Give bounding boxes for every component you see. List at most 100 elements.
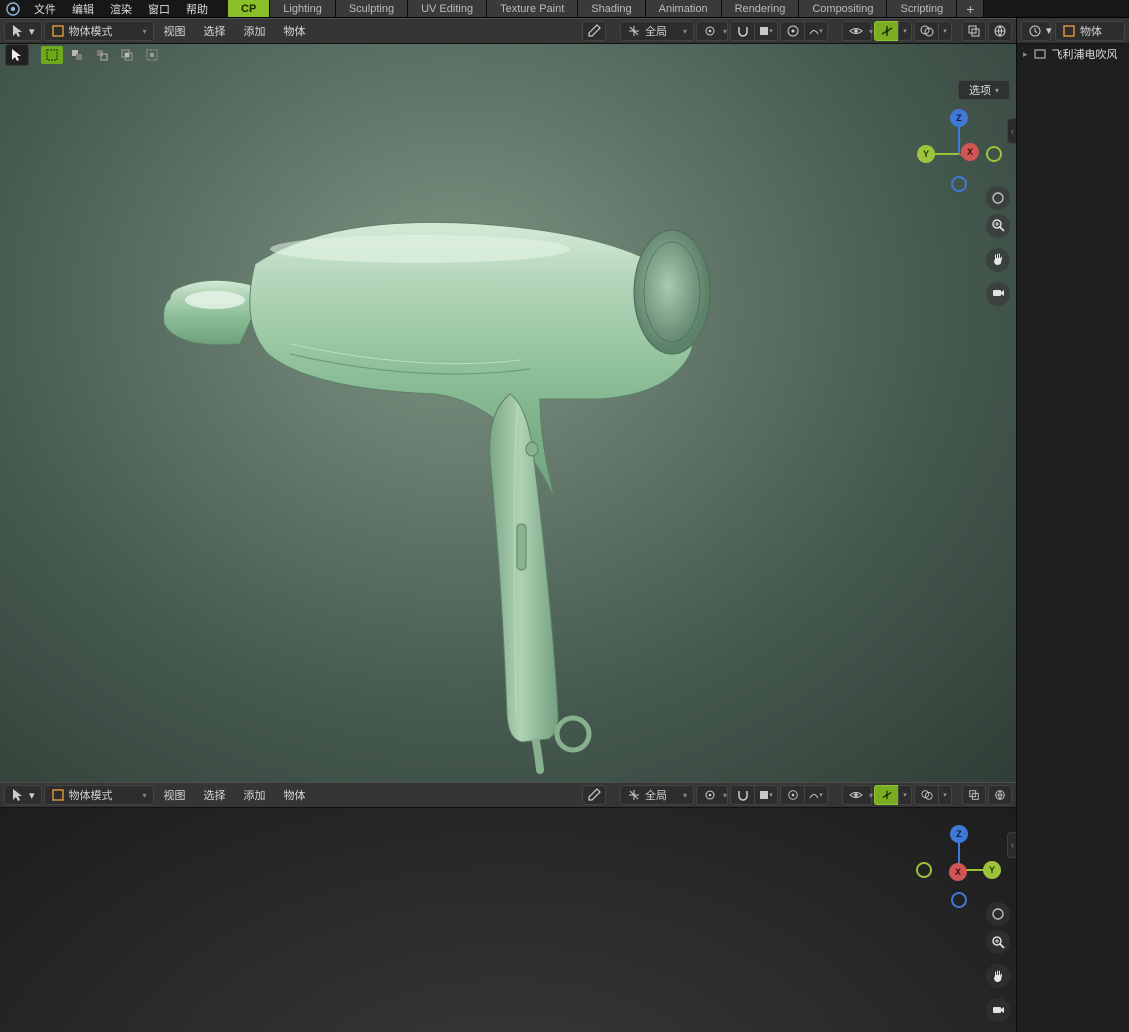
overlay-menu[interactable]: ▾ <box>938 785 952 805</box>
prop-edit-falloff[interactable]: ▾ <box>804 21 828 41</box>
cursor-icon <box>11 24 25 38</box>
menu-edit[interactable]: 编辑 <box>64 0 102 17</box>
eye-icon <box>849 24 863 38</box>
nav-orbit[interactable] <box>986 902 1010 926</box>
menu-view[interactable]: 视图 <box>156 19 194 43</box>
prop-edit-toggle[interactable] <box>780 21 804 41</box>
select-extend[interactable] <box>66 46 88 64</box>
tab-lighting[interactable]: Lighting <box>270 0 336 17</box>
axis-gizmo[interactable]: Z Y X <box>914 822 1004 912</box>
object-icon <box>51 24 65 38</box>
menu-window[interactable]: 窗口 <box>140 0 178 17</box>
editor-type-menu[interactable]: ▾ <box>4 21 42 41</box>
object-icon <box>51 788 65 802</box>
axis-z: Z <box>956 113 962 123</box>
snap-toggle[interactable] <box>730 785 754 805</box>
nav-pan[interactable] <box>986 964 1010 988</box>
snap-type[interactable]: ▾ <box>754 21 778 41</box>
orientation-icon <box>627 24 641 38</box>
right-mode-selector[interactable]: 物体 <box>1055 21 1125 41</box>
outliner-item[interactable]: ▸ 飞利浦电吹风 <box>1017 44 1129 64</box>
viewport-canvas[interactable]: 选项 ▾ ‹ Z Y X <box>0 44 1016 782</box>
nav-camera[interactable] <box>986 282 1010 306</box>
tab-uv-editing[interactable]: UV Editing <box>408 0 487 17</box>
menu-select[interactable]: 选择 <box>196 783 234 807</box>
gizmo-menu[interactable]: ▾ <box>898 785 912 805</box>
clock-icon <box>1028 24 1042 38</box>
orientation-label: 全局 <box>645 23 667 39</box>
outliner-body[interactable] <box>1017 64 1129 1032</box>
visibility-menu[interactable]: ▾ <box>842 785 872 805</box>
overlay-toggle[interactable] <box>914 785 938 805</box>
select-intersect[interactable] <box>116 46 138 64</box>
tab-animation[interactable]: Animation <box>646 0 722 17</box>
xray-toggle[interactable] <box>962 785 986 805</box>
tab-compositing[interactable]: Compositing <box>799 0 887 17</box>
visibility-menu[interactable]: ▾ <box>842 21 872 41</box>
select-invert[interactable] <box>141 46 163 64</box>
n-panel-toggle[interactable]: ‹ <box>1007 832 1016 858</box>
tab-rendering[interactable]: Rendering <box>722 0 800 17</box>
right-editor-type[interactable]: ▾ <box>1021 21 1051 41</box>
n-panel-toggle[interactable]: ‹ <box>1007 118 1016 144</box>
overlay-toggle[interactable] <box>914 21 938 41</box>
nav-pan[interactable] <box>986 248 1010 272</box>
blender-logo[interactable] <box>0 0 26 17</box>
nav-orbit[interactable] <box>986 186 1010 210</box>
tab-scripting[interactable]: Scripting <box>887 0 957 17</box>
overlay-menu[interactable]: ▾ <box>938 21 952 41</box>
select-mode-row <box>0 44 168 66</box>
mode-selector[interactable]: 物体模式 ▾ <box>44 21 154 41</box>
axis-gizmo[interactable]: Z Y X <box>914 106 1004 196</box>
snap-toggle[interactable] <box>730 21 754 41</box>
transform-orientation[interactable]: 全局 ▾ <box>620 21 694 41</box>
nav-zoom[interactable] <box>986 214 1010 238</box>
menu-add[interactable]: 添加 <box>236 783 274 807</box>
tab-shading[interactable]: Shading <box>578 0 645 17</box>
right-mode-label: 物体 <box>1080 23 1102 39</box>
main-menu: 文件 编辑 渲染 窗口 帮助 <box>26 0 216 17</box>
viewport-options[interactable]: 选项 ▾ <box>958 80 1010 100</box>
shading-wireframe[interactable] <box>988 21 1012 41</box>
show-gizmo-toggle[interactable] <box>874 21 898 41</box>
tab-add[interactable]: + <box>957 0 984 17</box>
menu-select[interactable]: 选择 <box>196 19 234 43</box>
xray-toggle[interactable] <box>962 21 986 41</box>
nav-zoom[interactable] <box>986 930 1010 954</box>
pivot-icon <box>703 788 717 802</box>
overlay-group: ▾ <box>914 21 952 41</box>
pivot-icon <box>703 24 717 38</box>
pivot-menu[interactable]: ▾ <box>696 21 728 41</box>
viewport-header-lower: ▾ 物体模式 ▾ 视图 选择 添加 物体 全局▾ ▾ ▾ ▾ ▾ ▾ ▾ <box>0 782 1016 808</box>
menu-object[interactable]: 物体 <box>276 19 314 43</box>
show-gizmo-toggle[interactable] <box>874 785 898 805</box>
editor-type-menu[interactable]: ▾ <box>4 785 42 805</box>
tab-texture-paint[interactable]: Texture Paint <box>487 0 578 17</box>
right-panel: ▾ 物体 ▸ 飞利浦电吹风 <box>1016 18 1129 1032</box>
select-subtract[interactable] <box>91 46 113 64</box>
menu-add[interactable]: 添加 <box>236 19 274 43</box>
menu-object[interactable]: 物体 <box>276 783 314 807</box>
model-hairdryer[interactable] <box>160 194 720 774</box>
menu-render[interactable]: 渲染 <box>102 0 140 17</box>
gizmo-menu[interactable]: ▾ <box>898 21 912 41</box>
pivot-menu[interactable]: ▾ <box>696 785 728 805</box>
nav-camera[interactable] <box>986 998 1010 1022</box>
transform-orientation[interactable]: 全局▾ <box>620 785 694 805</box>
prop-edit-falloff[interactable]: ▾ <box>804 785 828 805</box>
menu-help[interactable]: 帮助 <box>178 0 216 17</box>
viewport-canvas-lower[interactable]: ‹ Z Y X <box>0 808 1016 1032</box>
eyedropper-button[interactable] <box>582 785 606 805</box>
tab-cp[interactable]: CP <box>228 0 270 17</box>
select-new[interactable] <box>41 46 63 64</box>
mode-selector[interactable]: 物体模式 ▾ <box>44 785 154 805</box>
options-label: 选项 <box>969 82 991 98</box>
shading-wireframe[interactable] <box>988 785 1012 805</box>
prop-edit-toggle[interactable] <box>780 785 804 805</box>
tool-cursor[interactable] <box>5 44 29 66</box>
snap-type[interactable]: ▾ <box>754 785 778 805</box>
menu-view[interactable]: 视图 <box>156 783 194 807</box>
eyedropper-button[interactable] <box>582 21 606 41</box>
menu-file[interactable]: 文件 <box>26 0 64 17</box>
tab-sculpting[interactable]: Sculpting <box>336 0 408 17</box>
